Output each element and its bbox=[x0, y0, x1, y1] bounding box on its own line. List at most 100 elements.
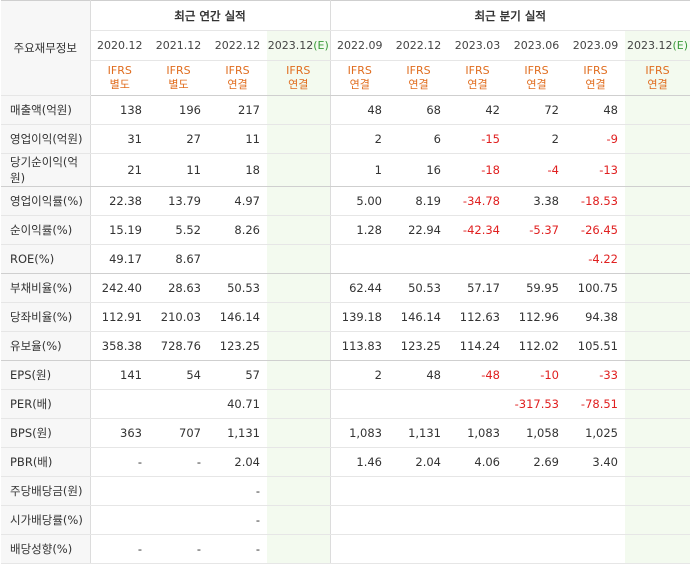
row-label: 영업이익(억원) bbox=[1, 124, 91, 154]
value-cell: 1.46 bbox=[330, 447, 389, 477]
table-row: 유보율(%) 358.38 728.76 123.25 113.83 123.25 114.… bbox=[1, 331, 690, 361]
value-cell: 112.91 bbox=[90, 302, 149, 332]
period-label: 2023.03 bbox=[454, 39, 501, 52]
value-cell: 49.17 bbox=[90, 244, 149, 274]
value-cell: 1 bbox=[330, 153, 389, 187]
value-cell bbox=[149, 476, 208, 506]
value-cell: 1,131 bbox=[389, 418, 448, 448]
value-cell bbox=[448, 476, 507, 506]
value-cell bbox=[507, 476, 566, 506]
row-label: 주당배당금(원) bbox=[1, 476, 91, 506]
value-cell: 138 bbox=[90, 95, 149, 125]
table-row: 영업이익(억원) 31 27 11 2 6 -15 2 -9 bbox=[1, 124, 690, 154]
value-cell bbox=[267, 331, 331, 361]
period-header-annual: 2022.12 bbox=[208, 30, 267, 61]
value-cell bbox=[625, 534, 690, 564]
period-header-quarter: 2023.03 bbox=[448, 30, 507, 61]
table-row: 매출액(억원) 138 196 217 48 68 42 72 48 bbox=[1, 95, 690, 125]
value-cell: -18 bbox=[448, 153, 507, 187]
table-row: BPS(원) 363 707 1,131 1,083 1,131 1,083 1,058 1,0… bbox=[1, 418, 690, 448]
value-cell: -48 bbox=[448, 360, 507, 390]
row-label: PER(배) bbox=[1, 389, 91, 419]
value-cell: - bbox=[90, 534, 149, 564]
value-cell bbox=[566, 505, 625, 535]
value-cell: 57 bbox=[208, 360, 267, 390]
value-cell bbox=[267, 418, 331, 448]
value-cell bbox=[389, 389, 448, 419]
accounting-standard: IFRS 별도 bbox=[149, 60, 208, 96]
value-cell: 48 bbox=[566, 95, 625, 125]
value-cell: 2.04 bbox=[208, 447, 267, 477]
value-cell: 3.38 bbox=[507, 186, 566, 216]
value-cell: -317.53 bbox=[507, 389, 566, 419]
period-label: 2020.12 bbox=[97, 39, 143, 52]
value-cell bbox=[149, 389, 208, 419]
value-cell: 13.79 bbox=[149, 186, 208, 216]
value-cell: 123.25 bbox=[208, 331, 267, 361]
value-cell bbox=[330, 534, 389, 564]
value-cell bbox=[208, 244, 267, 274]
value-cell bbox=[267, 302, 331, 332]
value-cell bbox=[90, 389, 149, 419]
value-cell: 40.71 bbox=[208, 389, 267, 419]
value-cell: 112.63 bbox=[448, 302, 507, 332]
accounting-standard: IFRS 연결 bbox=[566, 60, 625, 96]
period-header-quarter: 2023.06 bbox=[507, 30, 566, 61]
value-cell: 3.40 bbox=[566, 447, 625, 477]
value-cell: 358.38 bbox=[90, 331, 149, 361]
value-cell: -4.22 bbox=[566, 244, 625, 274]
table-row: 당기순이익(억원) 21 11 18 1 16 -18 -4 -13 bbox=[1, 153, 690, 187]
row-label: ROE(%) bbox=[1, 244, 91, 274]
row-label: 당기순이익(억원) bbox=[1, 153, 91, 187]
value-cell bbox=[267, 186, 331, 216]
value-cell: 50.53 bbox=[208, 273, 267, 303]
value-cell bbox=[267, 95, 331, 125]
row-label: 부채비율(%) bbox=[1, 273, 91, 303]
value-cell: 11 bbox=[208, 124, 267, 154]
row-label: PBR(배) bbox=[1, 447, 91, 477]
value-cell bbox=[267, 534, 331, 564]
value-cell: 8.19 bbox=[389, 186, 448, 216]
value-cell: 42 bbox=[448, 95, 507, 125]
value-cell: 8.67 bbox=[149, 244, 208, 274]
value-cell: 242.40 bbox=[90, 273, 149, 303]
value-cell: 16 bbox=[389, 153, 448, 187]
period-label: 2023.09 bbox=[572, 39, 619, 52]
value-cell: 5.52 bbox=[149, 215, 208, 245]
value-cell: - bbox=[208, 505, 267, 535]
value-cell bbox=[389, 244, 448, 274]
accounting-standard: IFRS 연결 bbox=[448, 60, 507, 96]
period-label: 2021.12 bbox=[155, 39, 202, 52]
value-cell: 2 bbox=[507, 124, 566, 154]
value-cell bbox=[625, 505, 690, 535]
accounting-standard: IFRS 연결 bbox=[507, 60, 566, 96]
value-cell bbox=[566, 476, 625, 506]
value-cell: 1,131 bbox=[208, 418, 267, 448]
value-cell: 210.03 bbox=[149, 302, 208, 332]
value-cell: 707 bbox=[149, 418, 208, 448]
value-cell: -42.34 bbox=[448, 215, 507, 245]
value-cell: 62.44 bbox=[330, 273, 389, 303]
value-cell bbox=[267, 273, 331, 303]
value-cell bbox=[625, 302, 690, 332]
value-cell bbox=[448, 244, 507, 274]
value-cell: 1.28 bbox=[330, 215, 389, 245]
value-cell bbox=[330, 505, 389, 535]
accounting-standard: IFRS 연결 bbox=[330, 60, 389, 96]
value-cell bbox=[625, 476, 690, 506]
value-cell bbox=[507, 534, 566, 564]
value-cell: 72 bbox=[507, 95, 566, 125]
value-cell: 4.06 bbox=[448, 447, 507, 477]
value-cell: 139.18 bbox=[330, 302, 389, 332]
value-cell bbox=[507, 505, 566, 535]
period-label: 2023.12 bbox=[267, 39, 314, 52]
accounting-standard: IFRS 연결 bbox=[389, 60, 448, 96]
value-cell bbox=[267, 244, 331, 274]
table-row: 영업이익률(%) 22.38 13.79 4.97 5.00 8.19 -34.78 3.38… bbox=[1, 186, 690, 216]
value-cell bbox=[625, 124, 690, 154]
value-cell: 105.51 bbox=[566, 331, 625, 361]
period-label: 2023.06 bbox=[513, 39, 560, 52]
table-body: 매출액(억원) 138 196 217 48 68 42 72 48 영업이익(억원) 31 27 11… bbox=[1, 95, 690, 564]
value-cell: 28.63 bbox=[149, 273, 208, 303]
table-row: 시가배당률(%) - bbox=[1, 505, 690, 535]
